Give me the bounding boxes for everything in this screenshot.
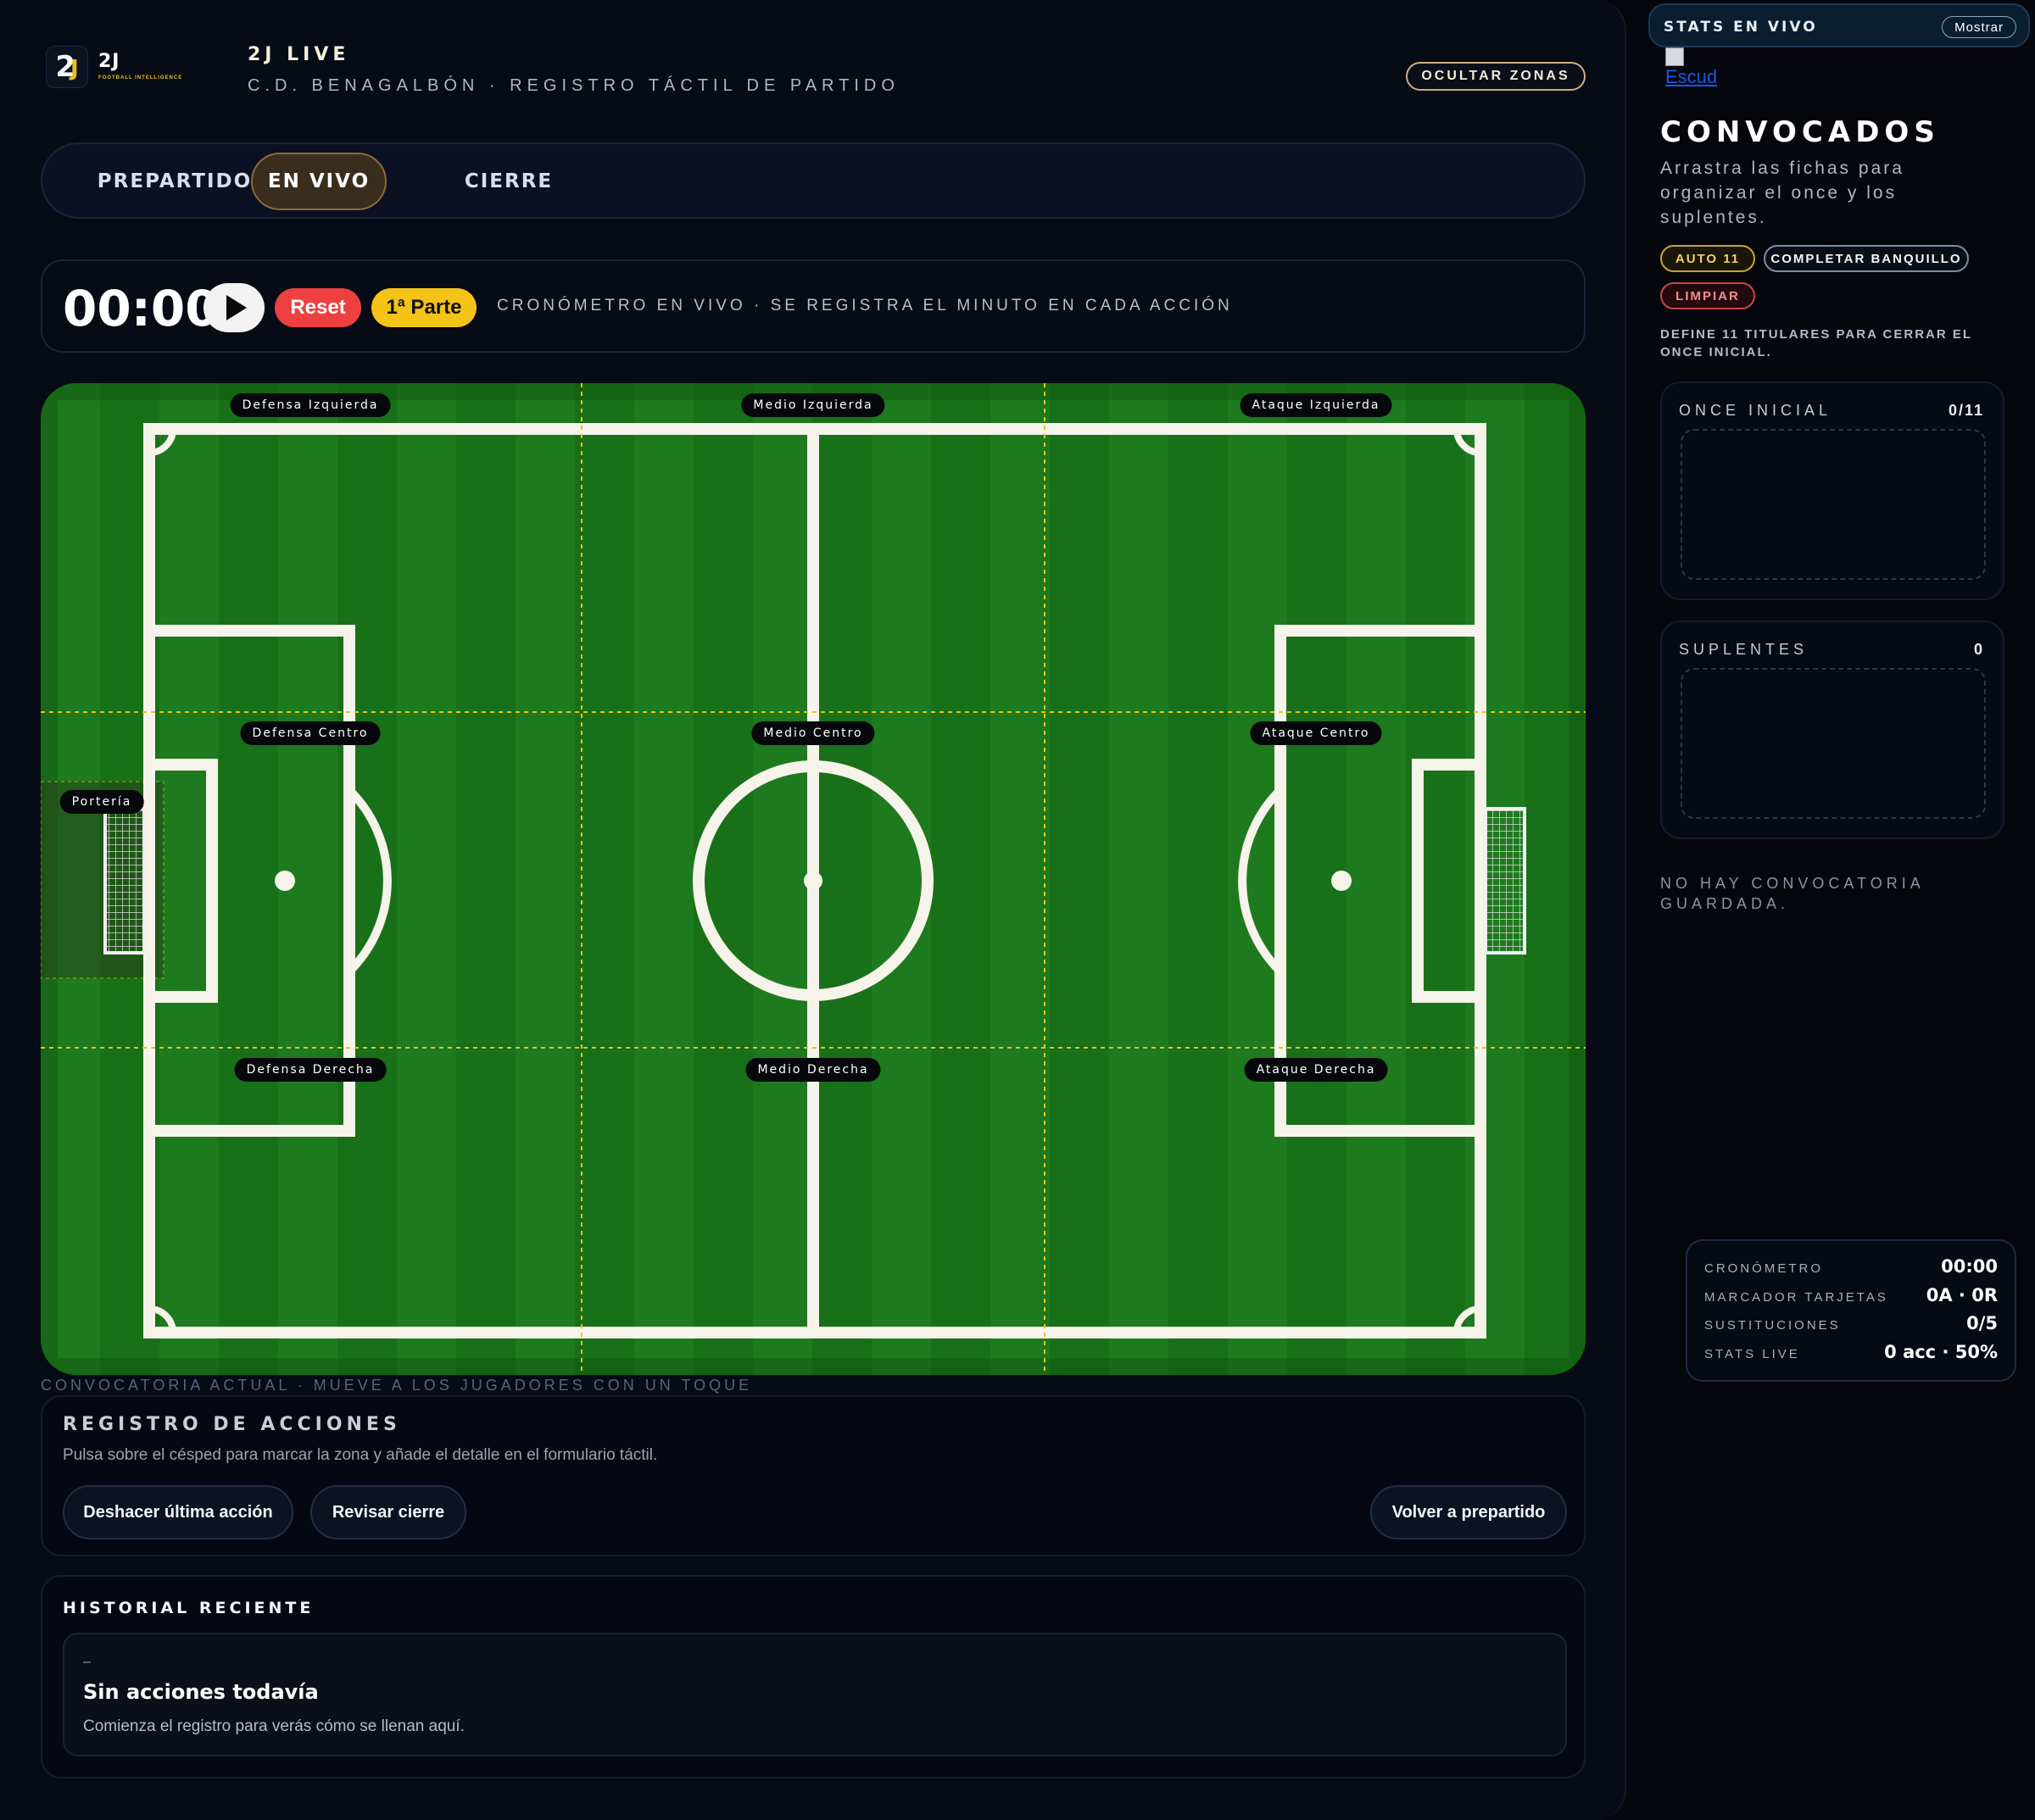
history-title: HISTORIAL RECIENTE: [63, 1599, 315, 1617]
logo-main: 2J: [98, 51, 120, 72]
starting-eleven-panel: ONCE INICIAL 0/11: [1660, 381, 2004, 600]
zone-defensa-izquierda[interactable]: Defensa Izquierda: [230, 393, 391, 417]
half-button[interactable]: 1ª Parte: [371, 288, 477, 327]
bench-label: SUPLENTES: [1679, 641, 1809, 658]
stat-value: 0 acc · 50%: [1884, 1342, 1998, 1362]
back-prematch-button[interactable]: Volver a prepartido: [1370, 1485, 1567, 1539]
stat-key: STATS LIVE: [1704, 1347, 1800, 1361]
no-squad-message: NO HAY CONVOCATORIA GUARDADA.: [1660, 875, 1924, 912]
zone-defensa-centro[interactable]: Defensa Centro: [240, 721, 381, 745]
broken-image-icon: [1665, 47, 1684, 66]
zone-medio-izquierda[interactable]: Medio Izquierda: [741, 393, 885, 417]
play-button[interactable]: [204, 283, 265, 332]
history-dash: –: [83, 1655, 91, 1669]
stat-value: 00:00: [1941, 1256, 1998, 1277]
stat-value: 0/5: [1966, 1313, 1998, 1333]
starting-eleven-label: ONCE INICIAL: [1679, 402, 1832, 419]
zone-ataque-derecha[interactable]: Ataque Derecha: [1244, 1058, 1388, 1082]
main-panel: 2J 2J FOOTBALL INTELLIGENCE 2J LIVE C.D.…: [0, 0, 1626, 1820]
show-stats-button[interactable]: Mostrar: [1942, 16, 2016, 38]
complete-bench-button[interactable]: COMPLETAR BANQUILLO: [1764, 245, 1969, 272]
timer-bar: 00:00 Reset 1ª Parte CRONÓMETRO EN VIVO …: [41, 259, 1586, 353]
reset-button[interactable]: Reset: [275, 288, 361, 327]
stat-row-live: STATS LIVE 0 acc · 50%: [1704, 1342, 1998, 1366]
app-subtitle: C.D. BENAGALBÓN · REGISTRO TÁCTIL DE PAR…: [248, 76, 900, 95]
stat-key: CRONÓMETRO: [1704, 1261, 1823, 1276]
define-lineup-note: DEFINE 11 TITULARES PARA CERRAR EL ONCE …: [1660, 327, 1972, 359]
squad-caption: CONVOCATORIA ACTUAL · MUEVE A LOS JUGADO…: [41, 1377, 753, 1394]
stats-live-title: STATS EN VIVO: [1664, 19, 1818, 36]
undo-button[interactable]: Deshacer última acción: [63, 1485, 293, 1539]
live-stats-card: CRONÓMETRO 00:00 MARCADOR TARJETAS 0A · …: [1686, 1239, 2016, 1382]
squad-description: Arrastra las fichas para organizar el on…: [1660, 159, 1904, 227]
timer-note: CRONÓMETRO EN VIVO · SE REGISTRA EL MINU…: [497, 297, 1233, 314]
app-title: 2J LIVE: [248, 44, 350, 65]
toggle-zones-button[interactable]: OCULTAR ZONAS: [1406, 62, 1586, 91]
logo-tagline: FOOTBALL INTELLIGENCE: [98, 75, 183, 81]
logo-wordmark: 2J FOOTBALL INTELLIGENCE: [98, 51, 182, 81]
pitch-markings: [41, 383, 1586, 1375]
app-logo: 2J: [46, 46, 88, 88]
stat-key: MARCADOR TARJETAS: [1704, 1290, 1888, 1305]
zone-ataque-centro[interactable]: Ataque Centro: [1250, 721, 1382, 745]
match-clock: 00:00: [63, 280, 220, 337]
zone-porteria[interactable]: Portería: [59, 790, 144, 814]
history-empty-title: Sin acciones todavía: [83, 1680, 319, 1704]
bench-count: 0: [1973, 641, 1984, 658]
crest-alt-text: Escud: [1665, 66, 1718, 87]
zone-medio-derecha[interactable]: Medio Derecha: [745, 1058, 881, 1082]
club-crest-image: Escud: [1665, 47, 1720, 100]
bench-panel: SUPLENTES 0: [1660, 621, 2004, 839]
play-icon: [226, 295, 247, 320]
stats-live-header: STATS EN VIVO Mostrar: [1648, 3, 2030, 47]
tactical-pitch[interactable]: Defensa Izquierda Medio Izquierda Ataque…: [41, 383, 1586, 1375]
squad-title: CONVOCADOS: [1660, 115, 1940, 149]
bench-dropzone[interactable]: [1681, 668, 1986, 819]
tab-en-vivo[interactable]: EN VIVO: [251, 153, 387, 210]
history-empty-state: – Sin acciones todavía Comienza el regis…: [63, 1633, 1567, 1756]
stat-key: SUSTITUCIONES: [1704, 1318, 1841, 1333]
auto-11-button[interactable]: AUTO 11: [1660, 245, 1755, 272]
history-empty-text: Comienza el registro para verás cómo se …: [83, 1717, 465, 1735]
clear-button[interactable]: LIMPIAR: [1660, 282, 1755, 309]
stat-row-cards: MARCADOR TARJETAS 0A · 0R: [1704, 1285, 1998, 1309]
zone-ataque-izquierda[interactable]: Ataque Izquierda: [1240, 393, 1392, 417]
tab-cierre[interactable]: CIERRE: [424, 153, 594, 210]
stat-row-subs: SUSTITUCIONES 0/5: [1704, 1313, 1998, 1337]
review-close-button[interactable]: Revisar cierre: [310, 1485, 466, 1539]
starting-eleven-count: 0/11: [1948, 402, 1984, 419]
zone-medio-centro[interactable]: Medio Centro: [751, 721, 875, 745]
tab-prepartido[interactable]: PREPARTIDO: [73, 153, 276, 210]
actions-panel: REGISTRO DE ACCIONES Pulsa sobre el césp…: [41, 1395, 1586, 1556]
actions-title: REGISTRO DE ACCIONES: [63, 1414, 401, 1435]
starting-eleven-dropzone[interactable]: [1681, 429, 1986, 580]
actions-description: Pulsa sobre el césped para marcar la zon…: [63, 1446, 658, 1464]
stat-row-clock: CRONÓMETRO 00:00: [1704, 1256, 1998, 1280]
phase-tabs: PREPARTIDO EN VIVO CIERRE: [41, 142, 1586, 219]
stat-value: 0A · 0R: [1926, 1285, 1998, 1305]
zone-defensa-derecha[interactable]: Defensa Derecha: [234, 1058, 387, 1082]
history-panel: HISTORIAL RECIENTE – Sin acciones todaví…: [41, 1575, 1586, 1778]
